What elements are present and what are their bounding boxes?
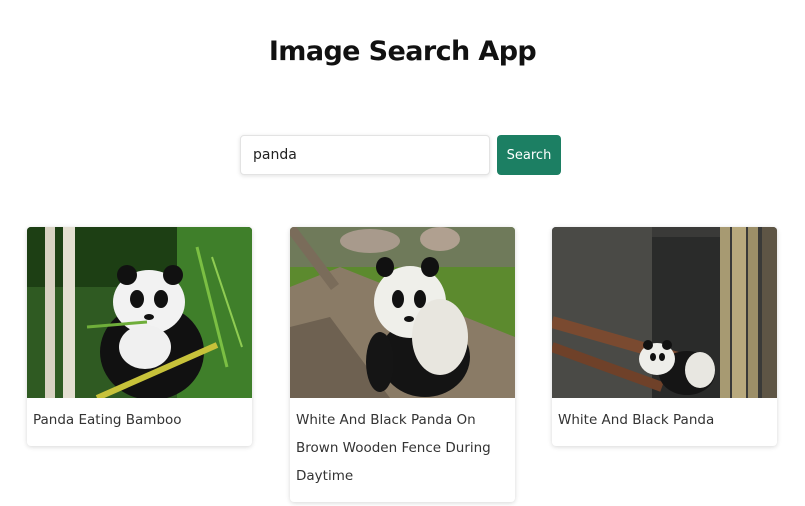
result-card[interactable]: White And Black Panda [552,227,777,446]
search-button[interactable]: Search [497,135,561,175]
result-image[interactable] [290,227,515,398]
result-image[interactable] [552,227,777,398]
search-input[interactable] [240,135,490,175]
result-card[interactable]: Panda Eating Bamboo [27,227,252,446]
page: Image Search App Search Panda Eating Bam… [0,0,805,506]
result-caption: White And Black Panda [558,412,715,428]
result-image[interactable] [27,227,252,398]
search-bar: Search [240,135,561,175]
result-caption: White And Black Panda On Brown Wooden Fe… [296,412,491,484]
result-card[interactable]: White And Black Panda On Brown Wooden Fe… [290,227,515,502]
result-caption: Panda Eating Bamboo [33,412,182,428]
page-title: Image Search App [268,36,537,67]
